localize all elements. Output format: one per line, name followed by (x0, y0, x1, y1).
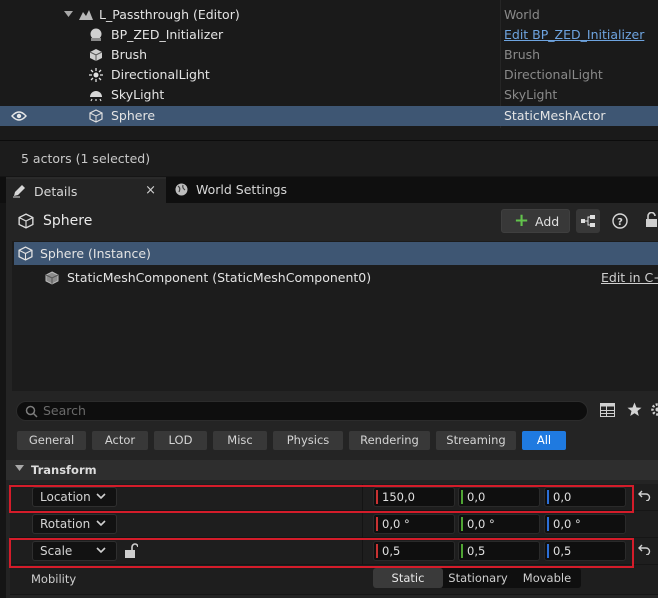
static-mesh-icon (18, 213, 34, 229)
outliner-item-type: World (504, 7, 540, 22)
tab-details-label: Details (34, 184, 78, 199)
column-divider (362, 511, 363, 538)
component-row-instance[interactable]: Sphere (Instance) (14, 242, 658, 265)
rotation-y-field[interactable]: 0,0 ° (458, 514, 540, 534)
outliner-item-type: Brush (504, 47, 541, 62)
highlight-box-scale (9, 538, 634, 568)
tab-world-settings-label: World Settings (196, 182, 288, 197)
tab-details[interactable]: Details × (6, 177, 166, 203)
mobility-label: Mobility (31, 572, 77, 586)
property-row-rotation: Rotation 0,0 ° 0,0 ° 0,0 ° (10, 511, 658, 538)
table-view-icon[interactable] (600, 403, 615, 417)
svg-text:?: ? (617, 217, 623, 228)
edit-blueprint-link[interactable]: Edit BP_ZED_Initializer (504, 27, 644, 42)
reset-arrow-icon[interactable] (638, 490, 651, 501)
outliner-item-type: DirectionalLight (504, 67, 603, 82)
chevron-down-icon (96, 520, 106, 527)
brush-cube-icon (89, 49, 103, 61)
world-icon (79, 10, 93, 20)
outliner-item-label: Sphere (111, 108, 156, 123)
filter-general[interactable]: General (17, 431, 86, 450)
outliner-row-world[interactable]: L_Passthrough (Editor) World (0, 5, 658, 25)
pencil-icon (13, 185, 25, 198)
blueprint-sphere-icon (90, 28, 102, 41)
panel-tab-bar: Details × World Settings (0, 177, 658, 203)
section-title: Transform (31, 463, 97, 477)
gear-icon[interactable] (650, 402, 658, 417)
plus-icon: + (514, 210, 530, 231)
outliner-item-label: BP_ZED_Initializer (111, 27, 224, 42)
add-component-button[interactable]: + Add (501, 209, 570, 233)
static-mesh-icon (18, 246, 33, 261)
component-label: StaticMeshComponent (StaticMeshComponent… (67, 270, 372, 285)
mobility-selector: Static Stationary Movable (373, 568, 581, 588)
outliner-item-label: L_Passthrough (Editor) (99, 7, 240, 22)
highlight-box-location (9, 485, 634, 513)
outliner-row-bp-zed-initializer[interactable]: BP_ZED_Initializer Edit BP_ZED_Initializ… (0, 25, 658, 45)
search-input[interactable]: Search (16, 401, 588, 421)
search-icon (25, 405, 38, 418)
chevron-down-icon[interactable] (64, 11, 73, 18)
dropdown-label: Rotation (40, 517, 91, 531)
outliner-item-label: Brush (111, 47, 148, 62)
static-mesh-icon (45, 271, 59, 285)
outliner-row-directional-light[interactable]: DirectionalLight DirectionalLight (0, 65, 658, 85)
chevron-down-icon[interactable] (15, 465, 24, 472)
outliner-row-brush[interactable]: Brush Brush (0, 45, 658, 65)
rotation-z-field[interactable]: 0,0 ° (544, 514, 626, 534)
rotation-mode-dropdown[interactable]: Rotation (32, 514, 117, 534)
outliner-row-skylight[interactable]: SkyLight SkyLight (0, 85, 658, 105)
globe-icon (175, 183, 188, 196)
world-outliner: L_Passthrough (Editor) World BP_ZED_Init… (0, 0, 658, 140)
field-value: 0,0 ° (467, 517, 495, 531)
lock-icon[interactable] (645, 212, 658, 228)
mobility-stationary-option[interactable]: Stationary (443, 568, 513, 588)
outliner-item-type: StaticMeshActor (504, 108, 606, 123)
filter-misc[interactable]: Misc (213, 431, 267, 450)
filter-all[interactable]: All (522, 431, 566, 450)
outliner-row-sphere[interactable]: Sphere StaticMeshActor (0, 106, 658, 126)
outliner-status-bar: 5 actors (1 selected) (0, 140, 658, 176)
rotation-x-field[interactable]: 0,0 ° (373, 514, 455, 534)
eye-icon[interactable] (11, 110, 27, 122)
close-tab-button[interactable]: × (145, 183, 156, 198)
field-value: 0,0 ° (553, 517, 581, 531)
mobility-movable-option[interactable]: Movable (513, 568, 581, 588)
static-mesh-icon (89, 109, 103, 123)
filter-lod[interactable]: LOD (154, 431, 207, 450)
outliner-item-label: DirectionalLight (111, 67, 210, 82)
actor-count: 5 actors (1 selected) (21, 151, 151, 166)
filter-physics[interactable]: Physics (273, 431, 343, 450)
hierarchy-icon (581, 215, 595, 227)
sun-icon (89, 68, 103, 82)
outliner-item-label: SkyLight (111, 87, 165, 102)
mobility-static-option[interactable]: Static (373, 568, 443, 588)
add-button-label: Add (535, 214, 560, 229)
component-row-staticmesh[interactable]: StaticMeshComponent (StaticMeshComponent… (14, 266, 658, 289)
edit-in-cpp-link[interactable]: Edit in C++ (601, 270, 658, 285)
star-icon[interactable] (627, 402, 642, 417)
skylight-icon (90, 91, 102, 102)
actor-title: Sphere (43, 213, 93, 229)
search-placeholder: Search (43, 403, 86, 418)
filter-streaming[interactable]: Streaming (436, 431, 516, 450)
filter-actor[interactable]: Actor (92, 431, 148, 450)
help-icon[interactable]: ? (612, 213, 628, 229)
filter-rendering[interactable]: Rendering (349, 431, 430, 450)
blueprint-button[interactable] (576, 209, 600, 233)
reset-arrow-icon[interactable] (638, 544, 651, 555)
tab-world-settings[interactable]: World Settings (168, 177, 298, 203)
component-label: Sphere (Instance) (40, 246, 151, 261)
transform-section-header[interactable]: Transform (6, 460, 658, 480)
outliner-item-type: SkyLight (504, 87, 558, 102)
field-value: 0,0 ° (382, 517, 410, 531)
